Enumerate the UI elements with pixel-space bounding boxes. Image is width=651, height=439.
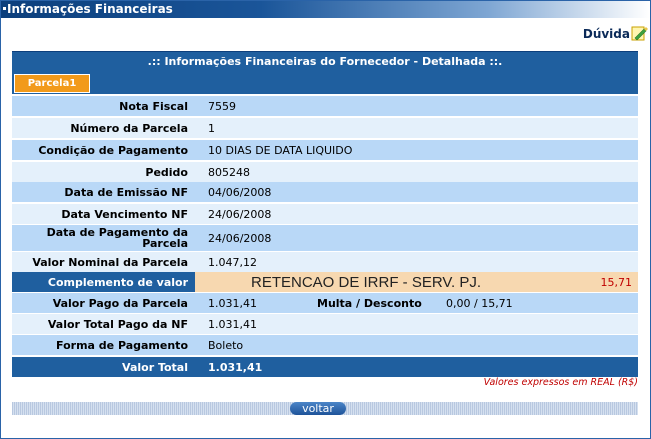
label-valor-nominal: Valor Nominal da Parcela	[32, 255, 188, 269]
window-title: Informações Financeiras	[7, 2, 173, 16]
row-forma-pagamento: Forma de Pagamento Boleto	[12, 335, 638, 355]
row-complemento: Complemento de valor RETENCAO DE IRRF - …	[12, 272, 638, 292]
row-valor-total-nf: Valor Total Pago da NF 1.031,41	[12, 314, 638, 334]
value-data-emissao: 04/06/2008	[208, 185, 272, 199]
help-link[interactable]: Dúvida	[583, 27, 630, 41]
label-data-pagamento: Data de Pagamento da Parcela	[46, 226, 188, 250]
value-numero-parcela: 1	[208, 121, 215, 135]
value-multa-desconto: 0,00 / 15,71	[446, 296, 513, 310]
label-data-vencimento: Data Vencimento NF	[61, 207, 188, 221]
section-header: .:: Informações Financeiras do Fornecedo…	[12, 51, 638, 72]
complemento-text: RETENCAO DE IRRF - SERV. PJ.	[251, 273, 482, 291]
label-nota-fiscal: Nota Fiscal	[119, 99, 188, 113]
label-forma-pagamento: Forma de Pagamento	[56, 338, 188, 352]
value-valor-total: 1.031,41	[208, 360, 263, 374]
label-valor-pago: Valor Pago da Parcela	[52, 296, 188, 310]
tab-bar: Parcela1	[12, 72, 638, 94]
window-titlebar: Informações Financeiras	[1, 1, 650, 18]
value-condicao-pagamento: 10 DIAS DE DATA LIQUIDO	[208, 143, 353, 157]
row-numero-parcela: Número da Parcela 1	[12, 118, 638, 138]
value-valor-pago: 1.031,41	[208, 296, 257, 310]
label-pedido: Pedido	[145, 165, 188, 179]
row-data-emissao: Data de Emissão NF 04/06/2008	[12, 182, 638, 202]
row-condicao-pagamento: Condição de Pagamento 10 DIAS DE DATA LI…	[12, 140, 638, 160]
complemento-field: RETENCAO DE IRRF - SERV. PJ. 15,71	[195, 272, 638, 292]
value-valor-nominal: 1.047,12	[208, 255, 257, 269]
row-valor-total: Valor Total 1.031,41	[12, 357, 638, 377]
row-data-vencimento: Data Vencimento NF 24/06/2008	[12, 204, 638, 224]
complemento-value: 15,71	[600, 275, 633, 289]
help-pencil-icon[interactable]	[631, 25, 648, 42]
label-complemento: Complemento de valor	[47, 275, 188, 289]
window-frame: Informações Financeiras Dúvida .:: Infor…	[0, 0, 651, 439]
value-valor-total-nf: 1.031,41	[208, 317, 257, 331]
back-button[interactable]: voltar	[290, 402, 346, 415]
value-nota-fiscal: 7559	[208, 99, 236, 113]
label-valor-total: Valor Total	[122, 360, 188, 374]
row-valor-pago: Valor Pago da Parcela 1.031,41 Multa / D…	[12, 293, 638, 313]
label-data-emissao: Data de Emissão NF	[64, 185, 188, 199]
value-pedido: 805248	[208, 165, 250, 179]
row-data-pagamento: Data de Pagamento da Parcela 24/06/2008	[12, 225, 638, 251]
row-nota-fiscal: Nota Fiscal 7559	[12, 96, 638, 116]
title-bullet-icon	[3, 7, 6, 10]
tab-parcela1[interactable]: Parcela1	[14, 74, 90, 93]
currency-note: Valores expressos em REAL (R$)	[483, 377, 638, 388]
value-data-vencimento: 24/06/2008	[208, 207, 272, 221]
row-valor-nominal: Valor Nominal da Parcela 1.047,12	[12, 252, 638, 272]
label-condicao-pagamento: Condição de Pagamento	[38, 143, 188, 157]
value-data-pagamento: 24/06/2008	[208, 231, 272, 245]
row-pedido: Pedido 805248	[12, 162, 638, 182]
label-numero-parcela: Número da Parcela	[70, 121, 188, 135]
label-multa-desconto: Multa / Desconto	[317, 296, 422, 310]
value-forma-pagamento: Boleto	[208, 338, 244, 352]
label-valor-total-nf: Valor Total Pago da NF	[47, 317, 188, 331]
